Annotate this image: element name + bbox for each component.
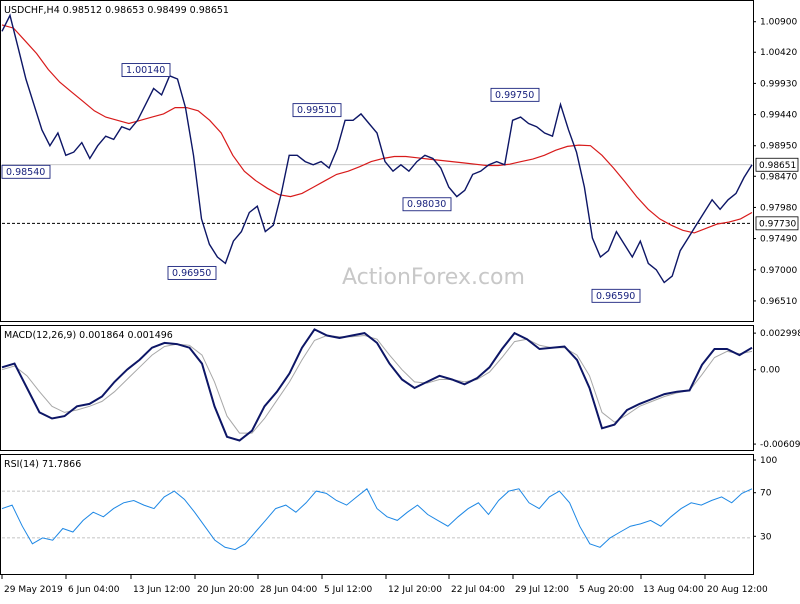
macd-y-tick-label: 0.00 [760, 366, 780, 376]
chart-figure: USDCHF,H4 0.98512 0.98653 0.98499 0.9865… [0, 0, 800, 600]
x-tick-label: 5 Jul 12:00 [324, 585, 373, 595]
rsi-panel: RSI(14) 71.7866 100 70 30 [1, 455, 778, 575]
swing-annotation-label: 0.96950 [172, 268, 211, 279]
swing-annotation: 0.98540 [2, 165, 50, 178]
x-tick-label: 29 May 2019 [4, 585, 63, 595]
rsi-plot-area [1, 455, 754, 575]
rsi-y-tick-label: 100 [760, 456, 777, 466]
current-price-badge-label: 0.98651 [759, 161, 796, 171]
price-y-tick-label: 0.97490 [760, 235, 797, 245]
swing-annotation-label: 0.99750 [495, 90, 534, 101]
swing-annotation: 0.96950 [168, 266, 216, 279]
x-tick-label: 5 Aug 20:00 [579, 585, 634, 595]
rsi-title: RSI(14) 71.7866 [4, 459, 81, 470]
price-y-tick-label: 0.98950 [760, 142, 797, 152]
swing-annotation: 1.00140 [122, 64, 170, 77]
x-tick-label: 13 Aug 04:00 [643, 585, 704, 595]
current-price-badge: 0.98651 [756, 158, 798, 171]
swing-annotation: 0.99510 [293, 104, 341, 117]
swing-annotation-label: 0.98030 [407, 199, 446, 210]
swing-annotation-label: 0.96590 [596, 291, 635, 302]
price-panel: USDCHF,H4 0.98512 0.98653 0.98499 0.9865… [1, 1, 799, 322]
rsi-y-tick-label: 70 [760, 489, 772, 499]
price-y-tick-label: 1.00900 [760, 18, 797, 28]
x-axis: 29 May 2019 6 Jun 04:00 13 Jun 12:00 20 Jun… [2, 575, 768, 595]
x-tick-label: 20 Jun 20:00 [197, 585, 254, 595]
reference-level-badge: 0.97730 [756, 217, 798, 230]
macd-y-axis: 0.002998 0.00 -0.006097 [753, 329, 800, 450]
swing-annotation: 0.98030 [403, 198, 451, 211]
swing-annotation-label: 1.00140 [126, 65, 165, 76]
watermark: ActionForex.com [342, 265, 525, 290]
x-tick-label: 20 Aug 12:00 [707, 585, 768, 595]
macd-title: MACD(12,26,9) 0.001864 0.001496 [4, 330, 173, 341]
swing-annotation: 0.96590 [592, 289, 640, 302]
rsi-y-axis: 100 70 30 [753, 456, 777, 542]
swing-annotation-label: 0.99510 [297, 105, 336, 116]
chart-root: USDCHF,H4 0.98512 0.98653 0.98499 0.9865… [0, 0, 800, 600]
price-y-tick-label: 0.97980 [760, 203, 797, 213]
macd-y-tick-label: -0.006097 [760, 440, 800, 450]
rsi-y-tick-label: 30 [760, 532, 772, 542]
macd-y-tick-label: 0.002998 [760, 329, 800, 339]
x-tick-label: 28 Jun 04:00 [260, 585, 317, 595]
x-tick-label: 13 Jun 12:00 [133, 585, 190, 595]
x-tick-label: 29 Jul 12:00 [515, 585, 569, 595]
x-tick-label: 12 Jul 20:00 [388, 585, 442, 595]
price-y-tick-label: 1.00420 [760, 48, 797, 58]
macd-panel: MACD(12,26,9) 0.001864 0.001496 0.002998… [1, 326, 800, 451]
x-tick-label: 6 Jun 04:00 [68, 585, 120, 595]
price-y-axis: 1.00900 1.00420 0.99930 0.99440 0.98950 0.984… [753, 18, 798, 307]
price-y-tick-label: 0.99440 [760, 111, 797, 121]
swing-annotation: 0.99750 [491, 88, 539, 101]
price-title: USDCHF,H4 0.98512 0.98653 0.98499 0.9865… [4, 5, 229, 16]
price-y-tick-label: 0.96510 [760, 297, 797, 307]
reference-level-badge-label: 0.97730 [759, 219, 796, 229]
x-tick-label: 22 Jul 04:00 [451, 585, 505, 595]
price-y-tick-label: 0.99930 [760, 79, 797, 89]
swing-annotation-label: 0.98540 [6, 167, 45, 178]
price-y-tick-label: 0.98470 [760, 172, 797, 182]
price-y-tick-label: 0.97000 [760, 266, 797, 276]
